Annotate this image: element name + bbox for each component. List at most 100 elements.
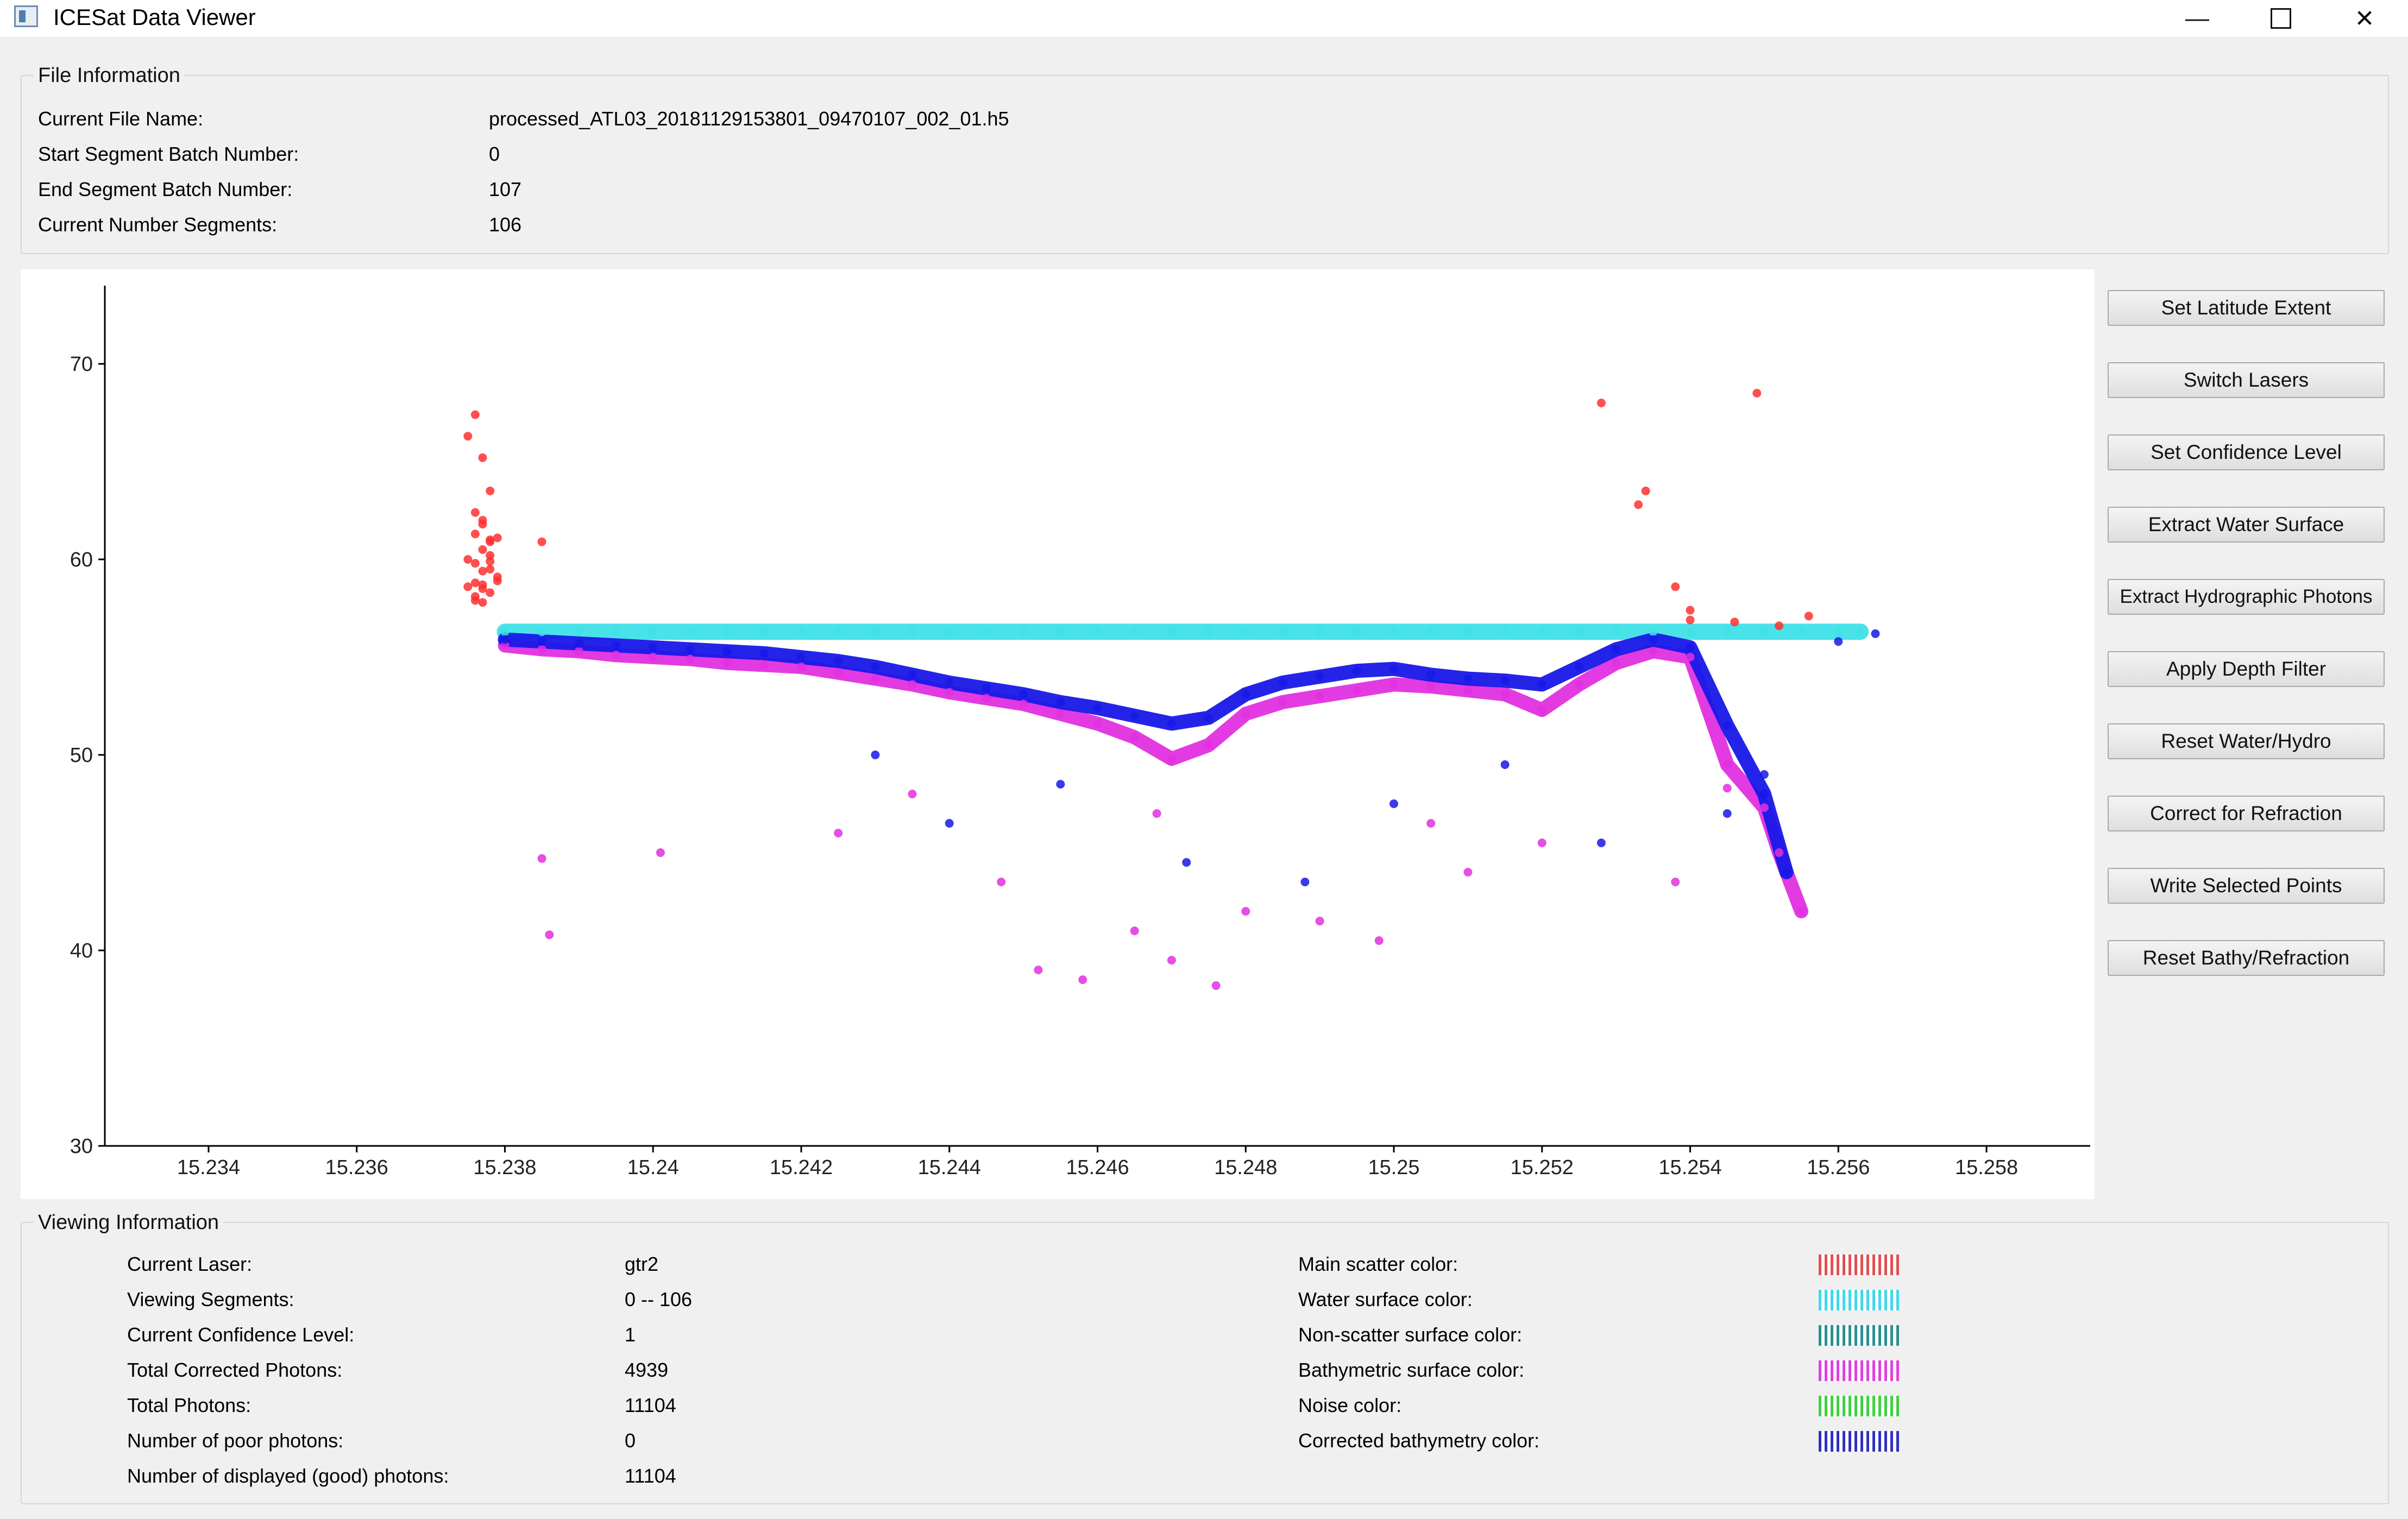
data-point	[463, 582, 473, 591]
data-point	[945, 678, 954, 687]
corrected-bathymetry-color-swatch[interactable]	[1819, 1431, 1899, 1452]
plot-points	[463, 389, 1880, 990]
data-point	[1426, 819, 1436, 828]
data-point	[1686, 643, 1695, 652]
extract-water-surface-button[interactable]: Extract Water Surface	[2108, 507, 2385, 543]
apply-depth-filter-button[interactable]: Apply Depth Filter	[2108, 651, 2385, 687]
minimize-button[interactable]: —	[2156, 0, 2238, 37]
data-point	[649, 643, 658, 652]
data-point	[1315, 917, 1324, 925]
data-point	[1093, 703, 1102, 713]
maximize-button[interactable]	[2240, 0, 2322, 37]
data-point	[1686, 653, 1695, 661]
non-scatter-surface-color-label: Non-scatter surface color:	[1298, 1323, 1523, 1346]
reset-bathy-refraction-button[interactable]: Reset Bathy/Refraction	[2108, 940, 2385, 976]
viewing-information-title: Viewing Information	[34, 1209, 224, 1236]
x-tick-label: 15.248	[1214, 1156, 1277, 1179]
data-point	[1686, 606, 1695, 615]
data-point	[797, 653, 806, 661]
set-confidence-level-button[interactable]: Set Confidence Level	[2108, 434, 2385, 470]
y-tick-label: 60	[70, 549, 93, 571]
extract-hydrographic-photons-button[interactable]: Extract Hydrographic Photons	[2108, 579, 2385, 615]
y-tick-label: 70	[70, 353, 93, 376]
data-point	[1315, 692, 1324, 701]
series-band	[498, 638, 1809, 918]
data-point	[478, 516, 487, 525]
noise-color-label: Noise color:	[1298, 1394, 1402, 1416]
bathymetric-surface-color-swatch[interactable]	[1819, 1360, 1899, 1381]
data-point	[470, 508, 480, 517]
data-point	[1500, 760, 1510, 769]
data-point	[612, 641, 620, 650]
data-point	[982, 684, 991, 693]
data-point	[612, 627, 620, 636]
data-point	[1019, 699, 1028, 709]
data-point	[463, 432, 473, 441]
non-scatter-surface-color-swatch[interactable]	[1819, 1325, 1899, 1346]
switch-lasers-button[interactable]: Switch Lasers	[2108, 362, 2385, 398]
data-point	[1537, 627, 1546, 636]
data-point	[1671, 878, 1680, 886]
data-point	[478, 580, 487, 589]
data-point	[1797, 627, 1806, 636]
data-point	[470, 578, 480, 588]
main-scatter-color-swatch[interactable]	[1819, 1255, 1899, 1275]
data-point	[1649, 627, 1658, 636]
data-point	[486, 537, 495, 546]
x-tick-label: 15.244	[918, 1156, 981, 1179]
data-point	[545, 930, 554, 940]
title-bar: ICESat Data Viewer — ✕	[0, 0, 2408, 37]
data-point	[1315, 627, 1324, 636]
data-point	[1612, 627, 1621, 636]
x-tick-label: 15.25	[1368, 1156, 1419, 1179]
data-point	[945, 819, 954, 828]
data-point	[493, 533, 502, 543]
window-title: ICESat Data Viewer	[53, 4, 256, 30]
data-point	[871, 751, 880, 759]
data-point	[1241, 690, 1250, 699]
water-surface-color-swatch[interactable]	[1819, 1290, 1899, 1310]
data-point	[500, 627, 510, 636]
data-point	[1612, 658, 1621, 667]
data-point	[1752, 389, 1762, 398]
data-point	[982, 694, 991, 703]
data-point	[1093, 719, 1102, 728]
data-point	[1463, 686, 1473, 695]
close-button[interactable]: ✕	[2324, 0, 2405, 37]
data-point	[612, 651, 620, 660]
data-point	[1537, 839, 1546, 847]
correct-for-refraction-button[interactable]: Correct for Refraction	[2108, 796, 2385, 831]
y-tick-label: 40	[70, 940, 93, 962]
data-point	[908, 627, 917, 636]
scatter-plot[interactable]: 15.234 15.236 15.238 15.24 15.242 15.244 15.24…	[21, 269, 2095, 1199]
scatter-plot-svg[interactable]: 15.234 15.236 15.238 15.24 15.242 15.244 15.24…	[21, 269, 2095, 1199]
end-segment-value: 107	[489, 178, 522, 200]
data-point	[1167, 627, 1176, 636]
noise-color-swatch[interactable]	[1819, 1396, 1899, 1416]
data-point	[1804, 612, 1813, 621]
start-segment-label: Start Segment Batch Number:	[38, 143, 299, 165]
file-name-value: processed_ATL03_20181129153801_09470107_…	[489, 108, 1009, 130]
minimize-icon: —	[2185, 5, 2209, 31]
data-point	[1463, 627, 1473, 636]
data-point	[1575, 663, 1583, 671]
bathymetric-surface-color-label: Bathymetric surface color:	[1298, 1359, 1525, 1381]
data-point	[1390, 664, 1398, 673]
data-point	[537, 627, 546, 636]
reset-water-hydro-button[interactable]: Reset Water/Hydro	[2108, 723, 2385, 759]
data-point	[1500, 676, 1510, 685]
data-point	[1775, 848, 1784, 857]
set-latitude-extent-button[interactable]: Set Latitude Extent	[2108, 290, 2385, 326]
data-point	[470, 410, 480, 419]
data-point	[1759, 770, 1769, 779]
data-point	[1130, 926, 1139, 935]
data-point	[1463, 674, 1473, 683]
data-point	[871, 674, 880, 683]
data-point	[1500, 627, 1510, 636]
y-tick-label: 30	[70, 1135, 93, 1158]
total-photons-label: Total Photons:	[127, 1394, 252, 1416]
write-selected-points-button[interactable]: Write Selected Points	[2108, 868, 2385, 904]
data-point	[797, 627, 806, 636]
data-point	[1834, 637, 1843, 646]
data-point	[1871, 629, 1880, 638]
